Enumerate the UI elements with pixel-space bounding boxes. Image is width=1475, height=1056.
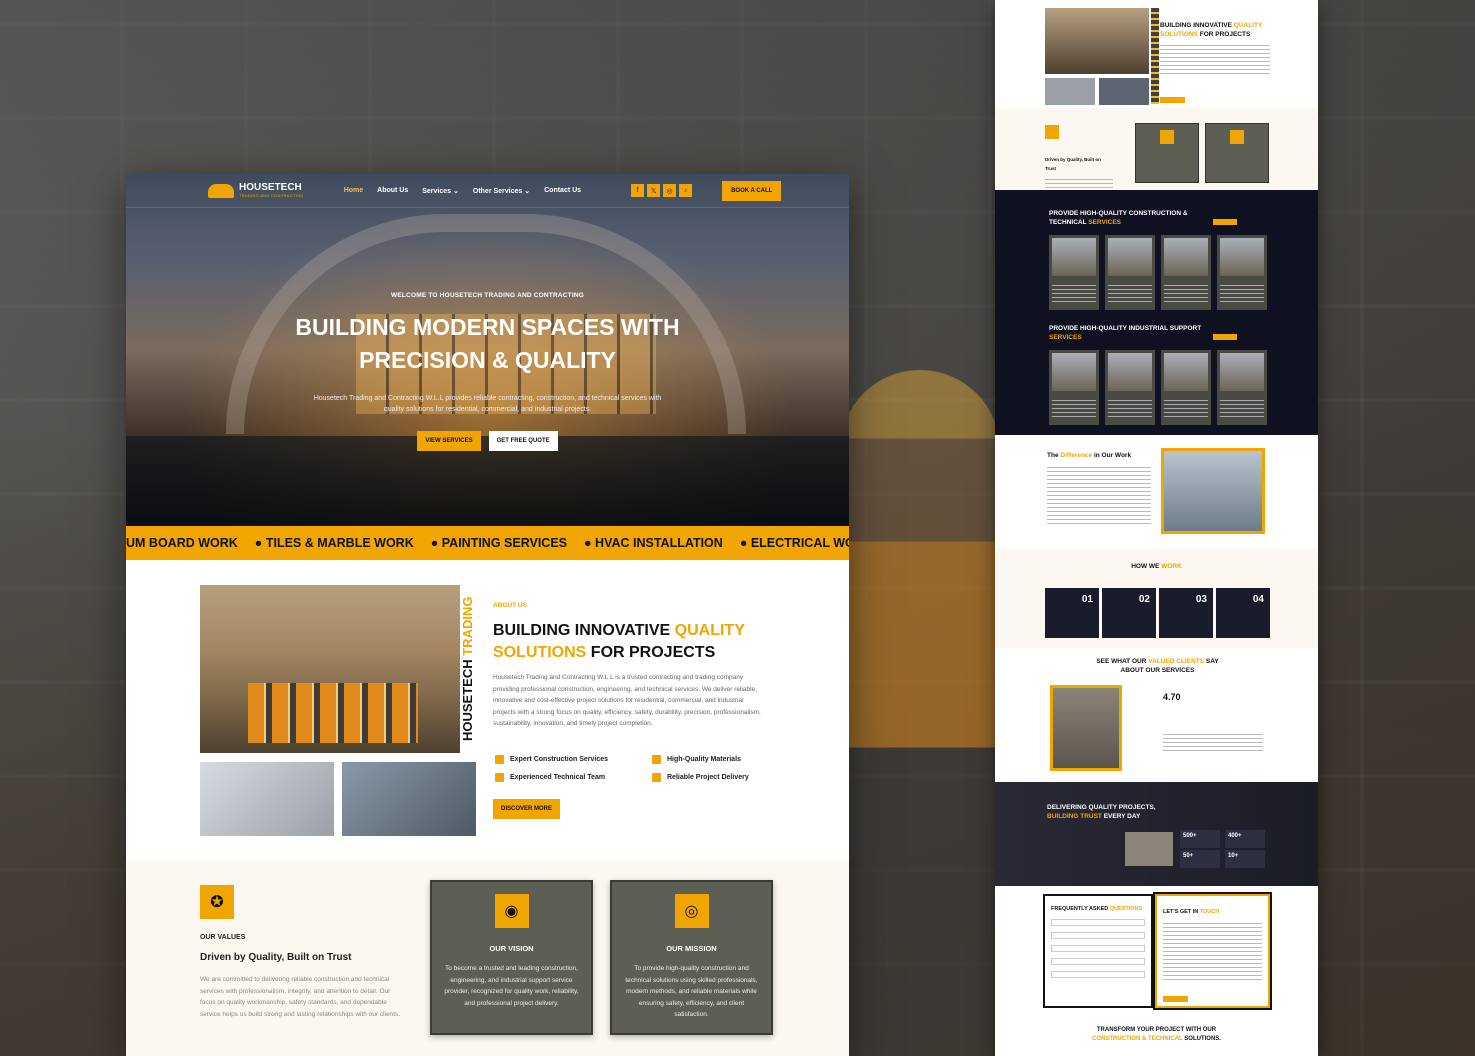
- mission-card: ◎ OUR MISSION To provide high-quality co…: [610, 880, 773, 1035]
- instagram-icon[interactable]: ◎: [663, 184, 677, 197]
- website-mockup-main: HOUSETECH TRADING AND CONTRACTING Home A…: [126, 174, 849, 1056]
- target-icon: ◎: [674, 894, 709, 928]
- preview-values: Driven by Quality, Built on Trust: [995, 108, 1318, 197]
- feature-item: High-Quality Materials: [652, 755, 782, 764]
- nav-services[interactable]: Services ⌄: [422, 187, 459, 195]
- preview-difference: The Difference in Our Work: [995, 435, 1318, 548]
- values-title: Driven by Quality, Built on Trust: [200, 952, 352, 963]
- about-kicker: ABOUT US: [493, 602, 527, 609]
- values-section: ✪ OUR VALUES Driven by Quality, Built on…: [126, 860, 849, 1056]
- top-navigation: HOUSETECH TRADING AND CONTRACTING Home A…: [126, 174, 849, 208]
- values-description: We are committed to delivering reliable …: [200, 976, 401, 1018]
- nav-contact[interactable]: Contact Us: [544, 187, 581, 195]
- site-inspection-photo: [342, 762, 476, 836]
- logo-icon: [208, 183, 234, 198]
- check-icon: [652, 755, 661, 764]
- x-twitter-icon[interactable]: 𝕏: [647, 184, 661, 197]
- main-menu: Home About Us Services ⌄ Other Services …: [344, 187, 581, 195]
- feature-item: Expert Construction Services: [495, 755, 652, 764]
- website-full-page-preview: BUILDING INNOVATIVE QUALITY SOLUTIONS FO…: [995, 0, 1318, 1056]
- social-links: f 𝕏 ◎ ♪: [631, 184, 693, 197]
- preview-cta: DELIVERING QUALITY PROJECTS, BUILDING TRU…: [995, 782, 1318, 886]
- preview-how-we-work: HOW WE WORK 01 02 03 04: [995, 548, 1318, 648]
- site-logo[interactable]: HOUSETECH TRADING AND CONTRACTING: [208, 183, 304, 198]
- tiktok-icon[interactable]: ♪: [679, 184, 693, 197]
- feature-item: Reliable Project Delivery: [652, 773, 782, 782]
- hero-kicker: WELCOME TO HOUSETECH TRADING AND CONTRAC…: [391, 292, 584, 299]
- team-photo: [200, 585, 460, 753]
- vision-card: ◉ OUR VISION To become a trusted and lea…: [430, 880, 593, 1035]
- services-ticker: UM BOARD WORK ● TILES & MARBLE WORK ● PA…: [126, 526, 849, 560]
- hero-title: BUILDING MODERN SPACES WITH PRECISION & …: [295, 314, 680, 373]
- hero-description: Housetech Trading and Contracting W.L.L …: [313, 395, 662, 413]
- feature-item: Experienced Technical Team: [495, 773, 652, 782]
- interior-work-photo: [200, 762, 334, 836]
- nav-about[interactable]: About Us: [377, 187, 408, 195]
- check-icon: [652, 773, 661, 782]
- check-icon: [495, 755, 504, 764]
- values-kicker: OUR VALUES: [200, 934, 246, 941]
- about-features: Expert Construction Services High-Qualit…: [495, 755, 782, 782]
- preview-about: BUILDING INNOVATIVE QUALITY SOLUTIONS FO…: [995, 0, 1318, 108]
- book-call-button[interactable]: BOOK A CALL: [722, 180, 782, 201]
- vertical-brand-text: HOUSETECH TRADING: [460, 596, 475, 742]
- preview-services: PROVIDE HIGH-QUALITY CONSTRUCTION & TECH…: [995, 190, 1318, 435]
- nav-other-services[interactable]: Other Services ⌄: [473, 187, 530, 195]
- view-services-button[interactable]: VIEW SERVICES: [417, 431, 481, 451]
- hero-section: HOUSETECH TRADING AND CONTRACTING Home A…: [126, 174, 849, 526]
- preview-testimonials: SEE WHAT OUR VALUED CLIENTS SAY ABOUT OU…: [995, 648, 1318, 782]
- check-icon: [495, 773, 504, 782]
- background-worker-figure: [840, 370, 1000, 1056]
- facebook-icon[interactable]: f: [631, 184, 645, 197]
- about-title: BUILDING INNOVATIVE QUALITY SOLUTIONS FO…: [493, 622, 745, 661]
- values-badge-icon: ✪: [200, 885, 234, 919]
- about-section: HOUSETECH TRADING ABOUT US BUILDING INNO…: [126, 560, 849, 860]
- about-description: Housetech Trading and Contracting W.L.L …: [493, 674, 761, 727]
- discover-more-button[interactable]: DISCOVER MORE: [493, 799, 561, 819]
- nav-home[interactable]: Home: [344, 187, 363, 195]
- preview-faq-contact: FREQUENTLY ASKED QUESTIONS LET'S GET IN …: [995, 886, 1318, 1056]
- eye-icon: ◉: [494, 894, 529, 928]
- get-quote-button[interactable]: GET FREE QUOTE: [488, 431, 558, 451]
